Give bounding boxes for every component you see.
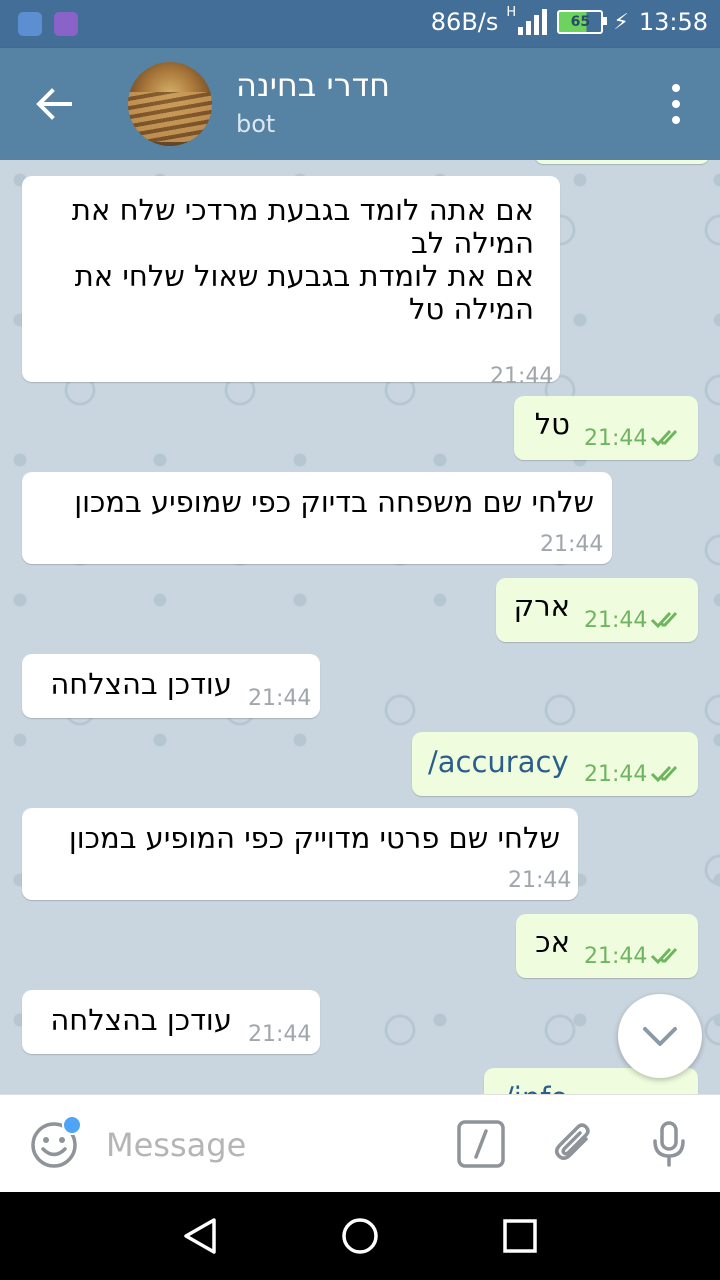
message-time: 21:44 [490, 364, 554, 389]
message-bubble-outgoing[interactable]: אכ 21:44 [516, 914, 698, 978]
double-check-icon [650, 611, 678, 629]
mic-icon [653, 1121, 685, 1167]
status-bar: 86B/s H 65 ⚡ 13:58 [0, 0, 720, 48]
message-composer [0, 1094, 720, 1193]
message-time: 21:44 [584, 426, 648, 451]
back-button[interactable] [34, 86, 74, 122]
notification-app-icon [18, 12, 42, 36]
message-bubble-outgoing[interactable]: טל 21:44 [514, 396, 698, 460]
message-bubble-outgoing[interactable]: ארק 21:44 [496, 578, 698, 642]
message-bubble-incoming[interactable]: שלחי שם פרטי מדוייק כפי המופיע במכון 21:… [22, 808, 578, 900]
network-speed: 86B/s [430, 8, 499, 36]
status-notifications [18, 12, 78, 36]
message-bubble-outgoing[interactable]: /accuracy 21:44 [412, 732, 698, 796]
chat-avatar[interactable] [128, 62, 212, 146]
battery-icon: 65 [557, 10, 608, 34]
message-text: טל [534, 407, 570, 441]
message-bubble-incoming[interactable]: עודכן בהצלחה 21:44 [22, 654, 320, 718]
bot-command-icon [457, 1120, 505, 1168]
double-check-icon [650, 765, 678, 783]
message-bubble-incoming[interactable]: עודכן בהצלחה 21:44 [22, 990, 320, 1054]
message-time: 21:44 [508, 868, 572, 893]
back-arrow-icon [36, 88, 72, 120]
message-bubble-incoming[interactable]: שלחי שם משפחה בדיוק כפי שמופיע במכון 21:… [22, 472, 612, 564]
message-text: /accuracy [428, 745, 569, 779]
scroll-down-button[interactable] [618, 994, 702, 1078]
attach-button[interactable] [550, 1119, 600, 1169]
message-text: עודכן בהצלחה [50, 667, 232, 701]
message-text: שלחי שם משפחה בדיוק כפי שמופיע במכון [74, 485, 594, 519]
double-check-icon [650, 429, 678, 447]
chat-title[interactable]: חדרי בחינה [236, 66, 390, 104]
battery-level: 65 [570, 14, 591, 30]
nav-back-icon [184, 1218, 216, 1254]
bot-command-button[interactable] [456, 1119, 506, 1169]
message-time: 21:44 [248, 1022, 312, 1047]
more-vert-icon [672, 84, 680, 92]
message-time: 21:44 [584, 762, 648, 787]
attach-icon [555, 1123, 590, 1160]
network-type: H [506, 5, 517, 20]
more-options-button[interactable] [670, 84, 682, 124]
message-time: 21:44 [248, 686, 312, 711]
message-time: 21:44 [584, 608, 648, 633]
emoji-button[interactable] [30, 1115, 82, 1169]
notification-gallery-icon [54, 12, 78, 36]
clock: 13:58 [638, 8, 708, 36]
nav-back-button[interactable] [178, 1214, 222, 1258]
notification-dot [62, 1115, 82, 1135]
message-time: 21:44 [584, 944, 648, 969]
message-bubble-incoming[interactable]: אם אתה לומד בגבעת מרדכי שלח את המילה לב … [22, 176, 560, 389]
nav-recents-button[interactable] [498, 1214, 542, 1258]
voice-record-button[interactable] [644, 1119, 694, 1169]
message-text: עודכן בהצלחה [50, 1003, 232, 1037]
message-list[interactable]: אם אתה לומד בגבעת מרדכי שלח את המילה לב … [0, 160, 720, 1094]
signal-icon: H [506, 5, 548, 35]
chat-header: חדרי בחינה bot [0, 48, 720, 160]
message-text: ארק [513, 589, 570, 623]
status-indicators: 86B/s H 65 ⚡ 13:58 [430, 5, 708, 36]
message-text: שלחי שם פרטי מדוייק כפי המופיע במכון [68, 821, 560, 855]
message-bubble-partial [534, 160, 710, 164]
message-text: אם אתה לומד בגבעת מרדכי שלח את המילה לב … [71, 193, 534, 326]
message-text: אכ [535, 925, 570, 959]
message-text: /info [504, 1082, 568, 1095]
message-input[interactable] [104, 1121, 428, 1169]
scroll-down-icon [643, 1027, 677, 1046]
nav-home-button[interactable] [338, 1214, 382, 1258]
chat-subtitle: bot [236, 110, 276, 138]
system-navigation-bar [0, 1192, 720, 1280]
message-time: 21:44 [540, 532, 604, 557]
nav-recents-icon [503, 1219, 537, 1253]
double-check-icon [650, 947, 678, 965]
nav-home-icon [342, 1218, 378, 1254]
charging-icon: ⚡ [613, 9, 629, 35]
